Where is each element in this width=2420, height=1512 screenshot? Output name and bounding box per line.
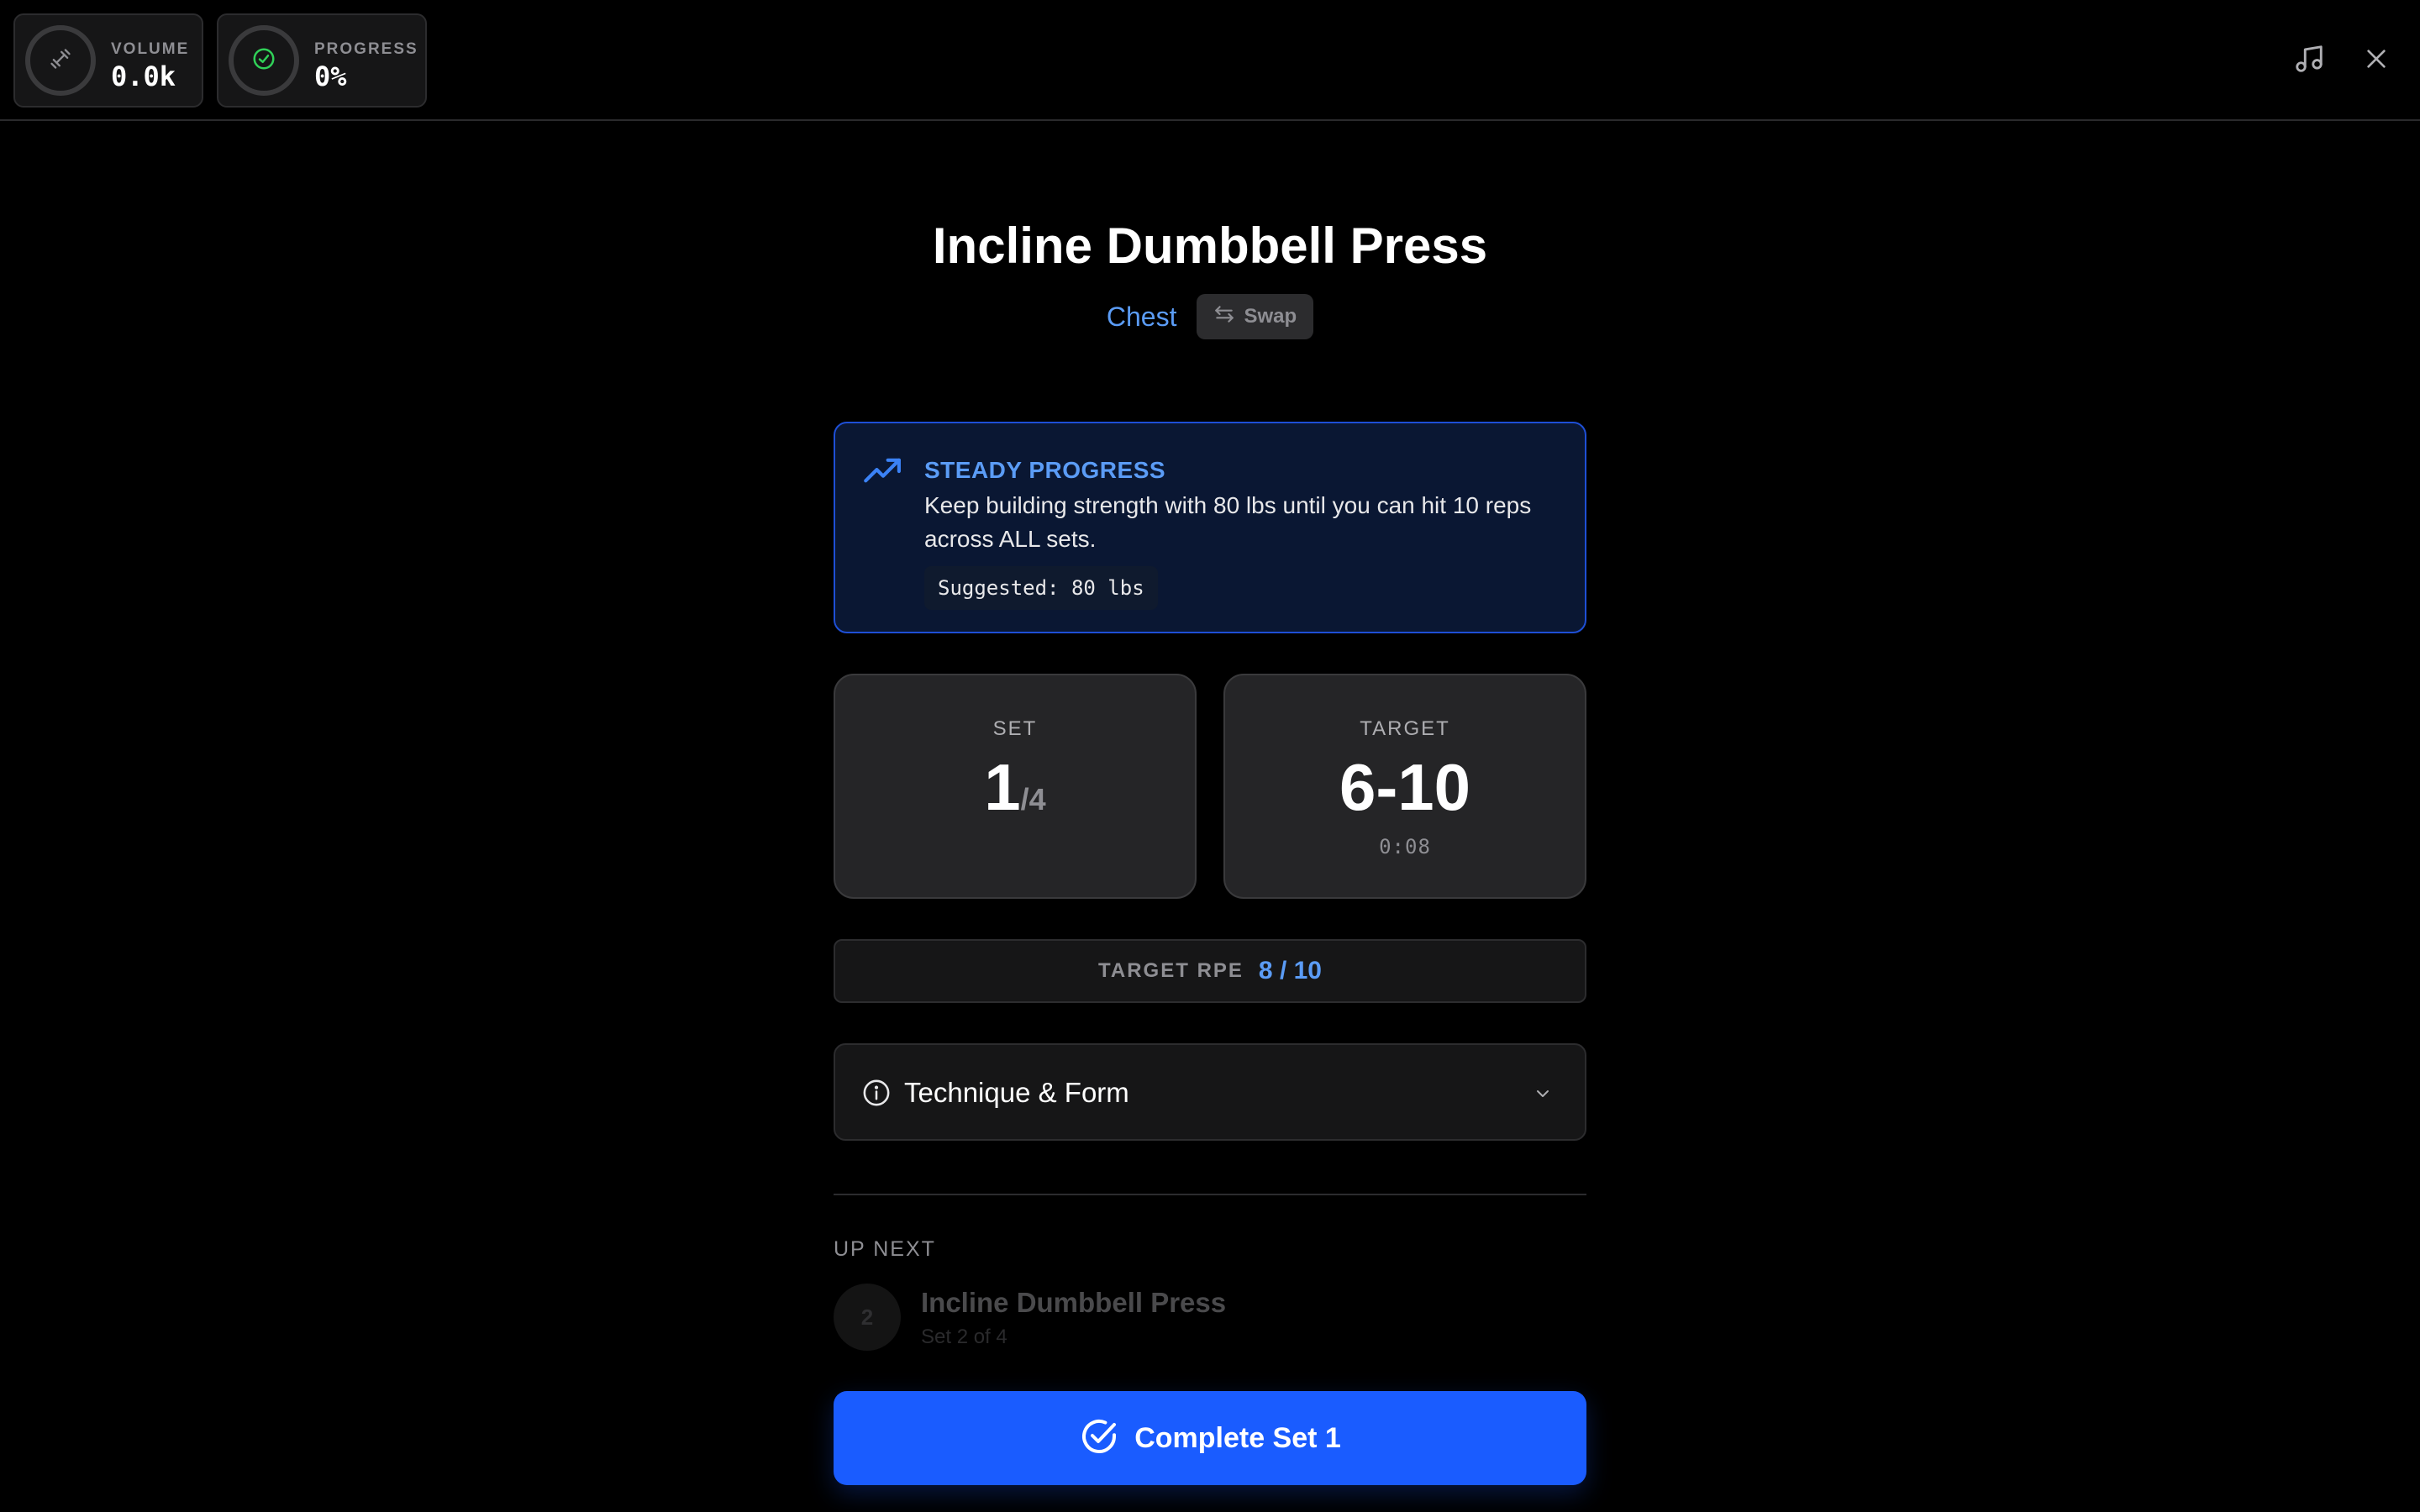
- suggested-weight: Suggested: 80 lbs: [924, 566, 1158, 610]
- set-card: SET 1/4: [834, 674, 1197, 899]
- progress-label: PROGRESS: [314, 40, 418, 58]
- top-bar: VOLUME 0.0k PROGRESS 0%: [0, 0, 2420, 121]
- technique-accordion[interactable]: Technique & Form: [834, 1043, 1586, 1141]
- rpe-value: 8 / 10: [1258, 957, 1322, 984]
- volume-ring: [25, 25, 96, 96]
- chevron-down-icon: [1533, 1084, 1553, 1108]
- swap-button[interactable]: Swap: [1197, 294, 1314, 339]
- set-timer: 0:08: [1379, 835, 1431, 858]
- progression-banner: STEADY PROGRESS Keep building strength w…: [834, 422, 1586, 633]
- target-label: TARGET: [1360, 717, 1450, 740]
- dumbbell-icon: [49, 47, 72, 75]
- up-next-set-badge: 2: [834, 1284, 901, 1351]
- progression-message: Keep building strength with 80 lbs until…: [924, 492, 1532, 552]
- volume-stat-card: VOLUME 0.0k: [13, 13, 203, 108]
- close-button[interactable]: [2356, 40, 2396, 81]
- complete-set-label: Complete Set 1: [1134, 1421, 1341, 1454]
- swap-label: Swap: [1244, 305, 1297, 328]
- target-rpe-bar: TARGET RPE 8 / 10: [834, 939, 1586, 1003]
- up-next-exercise-name: Incline Dumbbell Press: [921, 1287, 1227, 1318]
- music-note-icon: [2293, 43, 2325, 79]
- volume-value: 0.0k: [111, 60, 176, 92]
- up-next-label: UP NEXT: [834, 1237, 936, 1261]
- target-reps: 6-10: [1339, 750, 1471, 824]
- set-counter: 1/4: [835, 749, 1195, 826]
- check-circle-icon: [251, 46, 276, 76]
- progress-value: 0%: [314, 60, 347, 92]
- section-divider: [834, 1194, 1586, 1195]
- trending-up-icon: [864, 457, 902, 490]
- exercise-title: Incline Dumbbell Press: [932, 218, 1488, 274]
- close-icon: [2363, 45, 2390, 76]
- up-next-set-detail: Set 2 of 4: [921, 1326, 1007, 1348]
- info-icon: [862, 1079, 891, 1111]
- volume-label: VOLUME: [111, 40, 190, 58]
- music-button[interactable]: [2289, 40, 2329, 81]
- swap-icon: [1213, 303, 1235, 331]
- set-label: SET: [992, 717, 1038, 740]
- muscle-row: Chest Swap: [0, 294, 2420, 339]
- complete-set-button[interactable]: Complete Set 1: [834, 1391, 1586, 1485]
- progress-stat-card: PROGRESS 0%: [217, 13, 427, 108]
- rpe-label: TARGET RPE: [1098, 959, 1244, 982]
- set-current: 1: [984, 750, 1021, 824]
- target-card: TARGET 6-10 0:08: [1223, 674, 1586, 899]
- check-circle-icon: [1079, 1416, 1119, 1461]
- muscle-group-link[interactable]: Chest: [1107, 302, 1177, 333]
- progression-title: STEADY PROGRESS: [924, 457, 1166, 483]
- progress-ring: [229, 25, 299, 96]
- set-total: /4: [1020, 782, 1046, 816]
- technique-label: Technique & Form: [904, 1077, 1129, 1108]
